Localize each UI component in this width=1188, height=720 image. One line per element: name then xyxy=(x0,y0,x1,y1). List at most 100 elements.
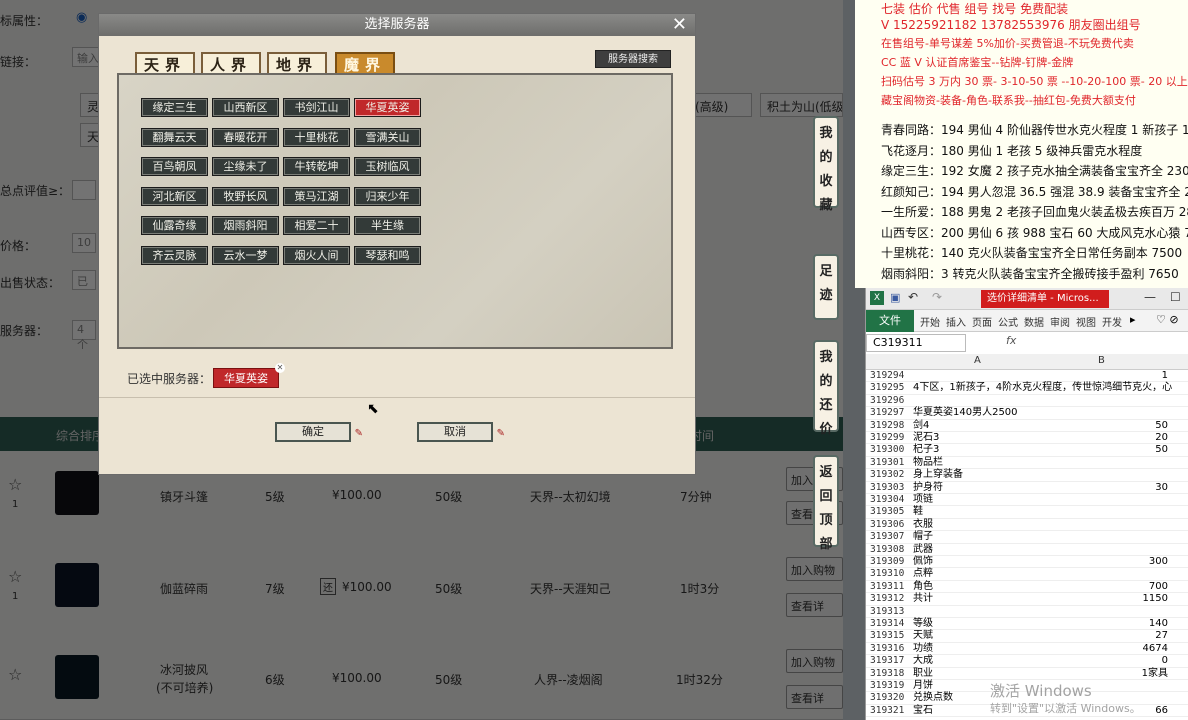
cell-a[interactable]: 佩饰 xyxy=(913,556,933,568)
item-name[interactable]: 冰河披风 xyxy=(160,661,208,678)
cell-a[interactable]: 月饼 xyxy=(913,680,933,692)
item-name[interactable]: 镇牙斗篷 xyxy=(160,488,208,505)
server-button[interactable]: 河北新区 xyxy=(141,186,208,206)
cell-a[interactable]: 4下区，1新孩子，4阶水克火程度，传世惊鸿细节克火，心 xyxy=(913,382,1172,394)
server-button[interactable]: 相爱二十 xyxy=(283,216,350,235)
radio-icon[interactable]: ◉ xyxy=(76,10,87,25)
add-to-cart-button[interactable]: 加入购物 xyxy=(786,649,843,673)
server-button[interactable]: 策马江湖 xyxy=(283,186,350,206)
ribbon-tab[interactable]: 审阅 xyxy=(1050,314,1070,329)
side-tab-back-to-top[interactable]: 返回顶部 xyxy=(813,455,839,552)
star-icon[interactable]: ☆ xyxy=(8,475,22,494)
server-select[interactable]: 4个 xyxy=(72,320,96,351)
close-icon[interactable]: ✕ xyxy=(672,14,687,36)
item-thumbnail[interactable] xyxy=(55,471,99,515)
item-thumbnail[interactable] xyxy=(55,655,99,699)
server-button[interactable]: 玉树临风 xyxy=(354,157,421,176)
save-icon[interactable]: ▣ xyxy=(890,291,900,304)
view-detail-button[interactable]: 查看详 xyxy=(786,593,843,617)
cell-a[interactable]: 角色 xyxy=(913,581,933,593)
server-search-button[interactable]: 服务器搜索 xyxy=(595,50,671,68)
cell-b[interactable]: 20 xyxy=(1048,432,1168,444)
ribbon-tab[interactable]: 插入 xyxy=(946,314,966,329)
server-button[interactable]: 牛转乾坤 xyxy=(283,157,350,176)
cell-a[interactable]: 天赋 xyxy=(913,630,933,642)
formula-icon[interactable]: fx xyxy=(1006,334,1016,347)
server-button[interactable]: 缘定三生 xyxy=(141,98,208,117)
cell-a[interactable]: 兑换点数 xyxy=(913,692,953,704)
item-name[interactable]: 伽蓝碎雨 xyxy=(160,580,208,597)
column-a-header[interactable]: A xyxy=(974,355,981,366)
cell-a[interactable]: 武器 xyxy=(913,544,933,556)
server-button[interactable]: 齐云灵脉 xyxy=(141,245,208,265)
cell-b[interactable]: 27 xyxy=(1048,630,1168,642)
score-input[interactable] xyxy=(72,180,96,200)
star-icon[interactable]: ☆ xyxy=(8,567,22,586)
cell-a[interactable]: 共计 xyxy=(913,593,933,605)
ribbon-tab[interactable]: 开发 xyxy=(1102,314,1122,329)
cell-a[interactable]: 点粹 xyxy=(913,568,933,580)
tab-mountain-low[interactable]: 积土为山(低级 xyxy=(760,93,843,117)
sort-comprehensive[interactable]: 综合排序 xyxy=(56,427,104,444)
side-tab-footprint[interactable]: 足迹 xyxy=(813,254,839,320)
ribbon-tab[interactable]: 开始 xyxy=(920,314,940,329)
cancel-button[interactable]: 取消 ✎ xyxy=(417,422,505,442)
cell-a[interactable]: 帽子 xyxy=(913,531,933,543)
server-button[interactable]: 雪满关山 xyxy=(354,127,421,147)
cell-a[interactable]: 华夏英姿140男人2500 xyxy=(913,407,1018,419)
server-button[interactable]: 十里桃花 xyxy=(283,127,350,147)
ribbon-tab[interactable]: 页面 xyxy=(972,314,992,329)
star-icon[interactable]: ☆ xyxy=(8,665,22,684)
minimize-icon[interactable]: — xyxy=(1144,290,1156,304)
cell-a[interactable]: 功绩 xyxy=(913,643,933,655)
ribbon-tab[interactable]: 数据 xyxy=(1024,314,1044,329)
server-button[interactable]: 书剑江山 xyxy=(283,98,350,117)
selected-server-chip[interactable]: 华夏英姿 xyxy=(213,368,279,388)
excel-file-tab[interactable]: 文件 xyxy=(866,310,914,332)
cell-a[interactable]: 职业 xyxy=(913,668,933,680)
server-button[interactable]: 百鸟朝凤 xyxy=(141,157,208,176)
cell-a[interactable]: 物品栏 xyxy=(913,457,943,469)
side-tab-counteroffer[interactable]: 我的还价 xyxy=(813,340,839,437)
server-button[interactable]: 琴瑟和鸣 xyxy=(354,245,421,265)
cell-b[interactable]: 1150 xyxy=(1048,593,1168,605)
view-detail-button[interactable]: 查看详 xyxy=(786,685,843,709)
cell-b[interactable]: 1家具 xyxy=(1048,668,1168,680)
cell-b[interactable]: 700 xyxy=(1048,581,1168,593)
cell-a[interactable]: 身上穿装备 xyxy=(913,469,963,481)
price-input[interactable]: 10 xyxy=(72,233,96,253)
ribbon-more-icon[interactable]: ▸ xyxy=(1130,313,1136,326)
server-button[interactable]: 烟火人间 xyxy=(283,245,350,265)
cell-a[interactable]: 杞子3 xyxy=(913,444,939,456)
server-button[interactable]: 半生缘 xyxy=(354,216,421,235)
cell-a[interactable]: 衣服 xyxy=(913,519,933,531)
cell-a[interactable]: 护身符 xyxy=(913,482,943,494)
cell-b[interactable]: 300 xyxy=(1048,556,1168,568)
cell-b[interactable]: 50 xyxy=(1048,420,1168,432)
confirm-button[interactable]: 确定 ✎ xyxy=(275,422,363,442)
undo-icon[interactable]: ↶ xyxy=(908,290,918,304)
cell-a[interactable]: 宝石 xyxy=(913,705,933,717)
redo-icon[interactable]: ↷ xyxy=(932,290,942,304)
server-button[interactable]: 山西新区 xyxy=(212,98,279,117)
server-button[interactable]: 华夏英姿 xyxy=(354,98,421,117)
cell-b[interactable]: 1 xyxy=(1048,370,1168,382)
cell-a[interactable]: 等级 xyxy=(913,618,933,630)
ribbon-tab[interactable]: 视图 xyxy=(1076,314,1096,329)
cell-b[interactable]: 30 xyxy=(1048,482,1168,494)
help-icon[interactable]: ♡ ⊘ xyxy=(1156,313,1179,326)
server-button[interactable]: 尘缘未了 xyxy=(212,157,279,176)
remove-selection-icon[interactable]: ✕ xyxy=(275,363,285,373)
server-button[interactable]: 牧野长风 xyxy=(212,186,279,206)
ribbon-tab[interactable]: 公式 xyxy=(998,314,1018,329)
cell-b[interactable]: 0 xyxy=(1048,655,1168,667)
add-to-cart-button[interactable]: 加入购物 xyxy=(786,557,843,581)
cell-a[interactable]: 项链 xyxy=(913,494,933,506)
server-button[interactable]: 云水一梦 xyxy=(212,245,279,265)
column-b-header[interactable]: B xyxy=(1098,355,1105,366)
maximize-icon[interactable]: ☐ xyxy=(1170,290,1181,304)
cell-a[interactable]: 鞋 xyxy=(913,506,923,518)
item-thumbnail[interactable] xyxy=(55,563,99,607)
server-button[interactable]: 翻舞云天 xyxy=(141,127,208,147)
server-button[interactable]: 烟雨斜阳 xyxy=(212,216,279,235)
